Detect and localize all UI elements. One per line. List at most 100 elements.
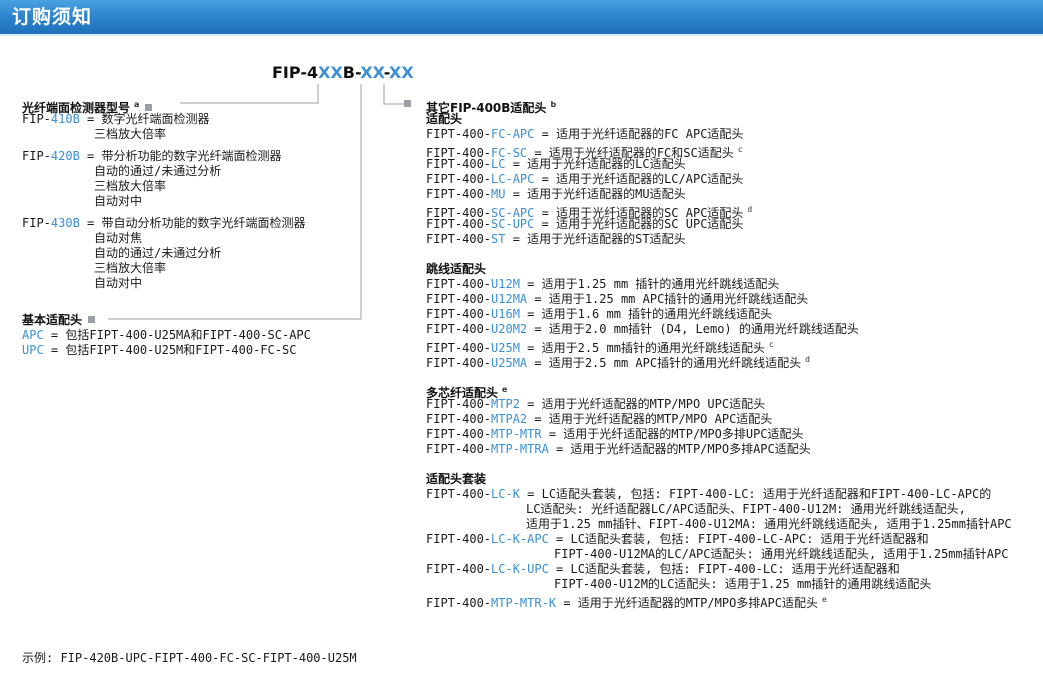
kit-row: FIPT-400-LC-K-UPC = LC适配头套装, 包括: FIPT-40… — [426, 562, 1012, 577]
adapter-row: FIPT-400-SC-UPC = 适用于光纤适配器的SC UPC适配头 — [426, 217, 1012, 232]
adapter-group-title: 多芯纤适配头 e — [426, 382, 1012, 400]
adapter-row: FIPT-400-FC-SC = 适用于光纤适配器的FC和SC适配头 c — [426, 142, 1012, 160]
square-marker — [88, 316, 96, 323]
kit-code: LC-K-UPC — [491, 562, 549, 576]
model-prefix: FIP- — [22, 149, 51, 163]
adapter-prefix: FIPT-400- — [426, 442, 492, 456]
kit-row: FIPT-400-MTP-MTR-K = 适用于光纤适配器的MTP/MPO多排A… — [426, 592, 1012, 610]
model-code-value: 420B — [50, 149, 80, 163]
adapter-row: FIPT-400-LC-APC = 适用于光纤适配器的LC/APC适配头 — [426, 172, 1012, 187]
kit-code: MTP-MTR-K — [491, 596, 557, 610]
adapter-prefix: FIPT-400- — [426, 187, 492, 201]
adapter-prefix: FIPT-400- — [426, 157, 492, 171]
adapter-desc: = 适用于光纤适配器的FC APC适配头 — [534, 127, 744, 141]
adapter-desc: = 适用于1.25 mm 插针的通用光纤跳线适配头 — [519, 277, 780, 291]
basic-adapter-section: 基本适配头 APC = 包括FIPT-400-U25MA和FIPT-400-SC-… — [22, 313, 311, 358]
adapter-row: FIPT-400-U20M2 = 适用于2.0 mm插针 (D4, Lemo) … — [426, 322, 1012, 337]
footnote-marker: b — [550, 100, 557, 109]
kit-row: FIPT-400-LC-K = LC适配头套装, 包括: FIPT-400-LC… — [426, 487, 1012, 502]
adapter-desc: = 适用于2.5 mm APC插针的通用光纤跳线适配头 — [527, 356, 802, 370]
adapter-row: FIPT-400-U16M = 适用于1.6 mm 插针的通用光纤跳线适配头 — [426, 307, 1012, 322]
adapter-desc: = 适用于光纤适配器的LC/APC适配头 — [534, 172, 744, 186]
adapter-prefix: FIPT-400- — [426, 277, 492, 291]
adapter-row: FIPT-400-MTP-MTR = 适用于光纤适配器的MTP/MPO多排UPC… — [426, 427, 1012, 442]
kit-continuation-line: FIPT-400-U12M的LC适配头: 适用于1.25 mm插针的通用跳线适配… — [554, 577, 932, 591]
adapter-code: LC-APC — [491, 172, 535, 186]
adapter-row: FIPT-400-U25M = 适用于2.5 mm插针的通用光纤跳线适配头 c — [426, 337, 1012, 355]
adapter-prefix: FIPT-400- — [426, 127, 492, 141]
adapter-prefix: FIPT-400- — [426, 397, 492, 411]
kit-desc: = 适用于光纤适配器的MTP/MPO多排APC适配头 — [556, 596, 818, 610]
adapter-desc: = 适用于光纤适配器的MTP/MPO APC适配头 — [527, 412, 773, 426]
connector-marker-square — [404, 100, 411, 107]
adapter-code: U12M — [491, 277, 520, 291]
group-title-text: 适配头 — [426, 112, 463, 126]
adapter-desc: = 适用于1.25 mm APC插针的通用光纤跳线适配头 — [527, 292, 809, 306]
inspector-model-section: 光纤端面检测器型号 a FIP-410B = 数字光纤端面检测器 三档放大倍率 FIP-… — [22, 97, 306, 298]
adapter-row: FIPT-400-FC-APC = 适用于光纤适配器的FC APC适配头 — [426, 127, 1012, 142]
inspector-feature-line: 自动的通过/未通过分析 — [94, 246, 222, 260]
adapter-code: U20M2 — [491, 322, 528, 336]
kit-continuation-line: LC适配头: 光纤适配器LC/APC适配头、FIPT-400-U12M: 通用光… — [526, 502, 966, 516]
inspector-feature-line: 三档放大倍率 — [94, 261, 167, 275]
adapter-prefix: FIPT-400- — [426, 412, 492, 426]
basic-desc: = 包括FIPT-400-U25MA和FIPT-400-SC-APC — [43, 328, 311, 342]
model-desc: = 带自动分析功能的数字光纤端面检测器 — [79, 216, 306, 230]
kit-code: LC-K — [491, 487, 520, 501]
inspector-feature-line: 自动对中 — [94, 194, 143, 208]
adapter-group-title: 跳线适配头 — [426, 262, 1012, 277]
inspector-model-row: FIP-420B = 带分析功能的数字光纤端面检测器 — [22, 149, 306, 164]
kit-prefix: FIPT-400- — [426, 487, 492, 501]
footnote-marker: e — [502, 385, 508, 394]
adapter-row: FIPT-400-ST = 适用于光纤适配器的ST适配头 — [426, 232, 1012, 247]
basic-adapter-row: UPC = 包括FIPT-400-U25M和FIPT-400-FC-SC — [22, 343, 311, 358]
adapter-desc: = 适用于光纤适配器的SC UPC适配头 — [534, 217, 744, 231]
footnote-marker: a — [134, 100, 140, 109]
kit-desc: = LC适配头套装, 包括: FIPT-400-LC-APC: 适用于光纤适配器… — [548, 532, 929, 546]
adapter-row: FIPT-400-U12M = 适用于1.25 mm 插针的通用光纤跳线适配头 — [426, 277, 1012, 292]
connector-other-line — [383, 84, 404, 105]
kit-desc: = LC适配头套装, 包括: FIPT-400-LC: 适用于光纤适配器和FIP… — [519, 487, 992, 501]
model-prefix: FIP- — [22, 112, 51, 126]
adapter-code: ST — [491, 232, 506, 246]
adapter-prefix: FIPT-400- — [426, 427, 492, 441]
inspector-feature-line: 自动对焦 — [94, 231, 143, 245]
inspector-heading: 光纤端面检测器型号 a — [22, 97, 306, 115]
adapter-prefix: FIPT-400- — [426, 217, 492, 231]
square-marker — [145, 104, 153, 111]
inspector-model-row: FIP-430B = 带自动分析功能的数字光纤端面检测器 — [22, 216, 306, 231]
adapter-prefix: FIPT-400- — [426, 356, 492, 370]
adapter-desc: = 适用于2.0 mm插针 (D4, Lemo) 的通用光纤跳线适配头 — [527, 322, 859, 336]
order-example: 示例: FIP-420B-UPC-FIPT-400-FC-SC-FIPT-400… — [22, 651, 357, 665]
adapter-code: MTPA2 — [491, 412, 528, 426]
adapter-desc: = 适用于光纤适配器的MTP/MPO多排APC适配头 — [548, 442, 811, 456]
footnote-marker: d — [747, 205, 753, 214]
footnote-marker: e — [821, 595, 827, 604]
kit-continuation-line: 适用于1.25 mm插针、FIPT-400-U12MA: 通用光纤跳线适配头, … — [526, 517, 1012, 531]
adapter-desc: = 适用于光纤适配器的MTP/MPO多排UPC适配头 — [541, 427, 804, 441]
adapter-prefix: FIPT-400- — [426, 172, 492, 186]
adapter-row: FIPT-400-U12MA = 适用于1.25 mm APC插针的通用光纤跳线… — [426, 292, 1012, 307]
adapter-row: FIPT-400-MTP-MTRA = 适用于光纤适配器的MTP/MPO多排AP… — [426, 442, 1012, 457]
adapter-row: FIPT-400-SC-APC = 适用于光纤适配器的SC APC适配头 d — [426, 202, 1012, 220]
basic-adapter-row: APC = 包括FIPT-400-U25MA和FIPT-400-SC-APC — [22, 328, 311, 343]
basic-code: APC — [22, 328, 44, 342]
adapter-desc: = 适用于光纤适配器的MTP/MPO UPC适配头 — [519, 397, 766, 411]
kit-row: FIPT-400-LC-K-APC = LC适配头套装, 包括: FIPT-40… — [426, 532, 1012, 547]
model-code-value: 430B — [50, 216, 80, 230]
kit-prefix: FIPT-400- — [426, 532, 492, 546]
kit-prefix: FIPT-400- — [426, 562, 492, 576]
adapter-row: FIPT-400-MTPA2 = 适用于光纤适配器的MTP/MPO APC适配头 — [426, 412, 1012, 427]
adapter-code: LC — [491, 157, 506, 171]
model-prefix: FIP- — [22, 216, 51, 230]
adapter-row: FIPT-400-MTP2 = 适用于光纤适配器的MTP/MPO UPC适配头 — [426, 397, 1012, 412]
adapter-prefix: FIPT-400- — [426, 292, 492, 306]
adapter-desc: = 适用于光纤适配器的MU适配头 — [505, 187, 686, 201]
model-code-value: 410B — [50, 112, 80, 126]
inspector-feature-line: 自动的通过/未通过分析 — [94, 164, 222, 178]
basic-heading-text: 基本适配头 — [22, 313, 83, 327]
footnote-marker: d — [805, 355, 810, 364]
inspector-feature-line: 三档放大倍率 — [94, 179, 167, 193]
kit-desc: = LC适配头套装, 包括: FIPT-400-LC: 适用于光纤适配器和 — [548, 562, 900, 576]
inspector-feature-line: 三档放大倍率 — [94, 127, 167, 141]
